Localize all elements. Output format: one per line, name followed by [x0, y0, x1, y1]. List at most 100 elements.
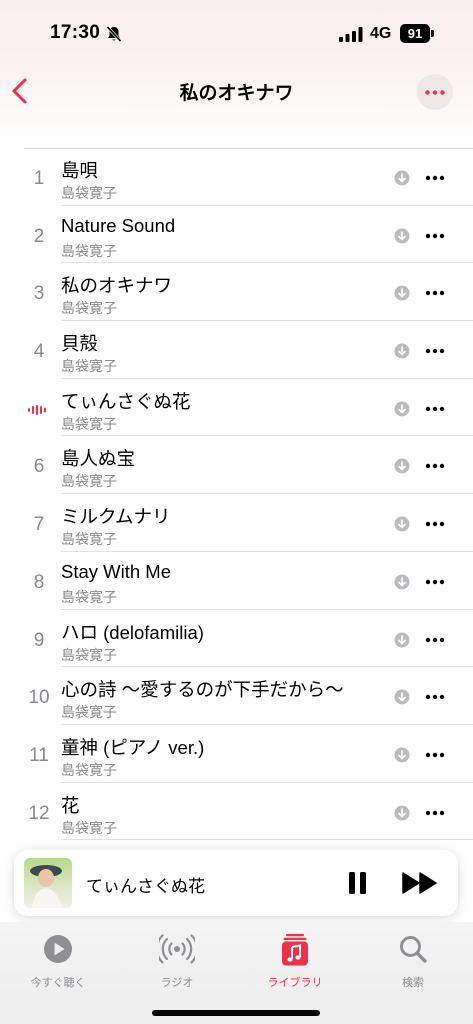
track-artist: 島袋寛子 [61, 358, 117, 375]
mini-player[interactable]: てぃんさぐぬ花 [14, 850, 458, 916]
bell-slash-icon [106, 25, 122, 43]
track-number: 8 [33, 571, 45, 593]
track-row[interactable]: 4 貝殻島袋寛子 [0, 321, 473, 379]
track-row[interactable]: 2 Nature Sound 島袋寛子 [0, 206, 473, 264]
download-icon[interactable] [394, 170, 410, 186]
download-icon[interactable] [394, 516, 410, 532]
tab-radio[interactable]: ラジオ [132, 930, 222, 992]
tab-bar: 今すぐ聴く ラジオ ライブラリ 検索 [0, 922, 473, 1024]
download-icon[interactable] [394, 689, 410, 705]
track-title: ミルクムナリ [61, 506, 171, 528]
download-icon[interactable] [394, 574, 410, 590]
download-icon[interactable] [394, 747, 410, 763]
track-more-icon[interactable] [425, 579, 445, 585]
track-more-icon[interactable] [425, 694, 445, 700]
download-icon[interactable] [394, 343, 410, 359]
track-artist: 島袋寛子 [61, 646, 117, 663]
track-more-icon[interactable] [425, 521, 445, 527]
tab-label: 検索 [402, 977, 424, 989]
tab-label: 今すぐ聴く [30, 977, 86, 989]
track-title: Stay With Me [61, 560, 171, 582]
track-title: 心の詩 〜愛するのが下手だから〜 [61, 679, 344, 701]
track-more-icon[interactable] [425, 637, 445, 643]
status-bar: 17:30 4G 91 [0, 0, 473, 60]
track-row[interactable]: 7 ミルクムナリ島袋寛子 [0, 494, 473, 552]
track-number: 1 [33, 168, 45, 189]
track-more-icon[interactable] [425, 175, 445, 181]
download-icon[interactable] [394, 228, 410, 244]
track-title: 島唄 [61, 160, 99, 181]
track-number: 3 [33, 283, 45, 305]
track-list: 1 島唄 島袋寛子 2 Nature Sound 島袋寛子 3 私のオキナワ 島袋寛子 4 貝殻 島袋… [0, 148, 473, 841]
status-time: 17:30 [50, 22, 101, 43]
now-playing-title: てぃんさぐぬ花 [86, 877, 205, 896]
track-title: 私のオキナワ [61, 275, 173, 297]
skip-forward-button[interactable] [402, 871, 438, 895]
track-artist: 島袋寛子 [61, 531, 117, 548]
track-title: ハロ (delofamilia) [61, 621, 204, 643]
track-number: 12 [28, 802, 50, 824]
track-row[interactable]: 1 島唄島袋寛子 [0, 148, 473, 206]
track-row[interactable]: 3 私のオキナワ島袋寛子 [0, 263, 473, 322]
pause-button[interactable] [346, 871, 370, 895]
page-title: 私のオキナワ [179, 83, 294, 104]
track-title: 貝殻 [61, 333, 99, 355]
tab-search[interactable]: 検索 [368, 930, 458, 992]
ellipsis-icon [425, 90, 445, 95]
tab-library[interactable]: ライブラリ [250, 930, 340, 992]
track-artist: 島袋寛子 [61, 761, 117, 778]
now-playing-waveform-icon [28, 404, 46, 415]
battery-icon: 91 [400, 24, 430, 43]
search-icon [400, 936, 427, 963]
album-artwork [24, 858, 72, 908]
track-row[interactable]: 6 島人ぬ宝 島袋寛子 [0, 436, 473, 495]
tab-label: ラジオ [160, 977, 194, 989]
more-options-button[interactable] [417, 74, 453, 110]
track-row[interactable]: 8 Stay With Me 島袋寛子 [0, 552, 473, 610]
download-icon[interactable] [394, 401, 410, 417]
track-more-icon[interactable] [425, 290, 445, 296]
track-more-icon[interactable] [425, 463, 445, 469]
track-row[interactable]: てぃんさぐぬ花島袋寛子 [0, 379, 473, 437]
track-number: 10 [28, 687, 50, 709]
track-artist: 島袋寛子 [61, 473, 117, 490]
track-row[interactable]: 11 童神 (ピアノ ver.) 島袋寛子 [0, 725, 473, 783]
radio-broadcast-icon [159, 934, 195, 964]
fast-forward-icon [402, 872, 437, 894]
track-row[interactable]: 10 心の詩 〜愛するのが下手だから〜島袋寛子 [0, 667, 473, 725]
tab-label: ライブラリ [267, 977, 323, 989]
track-row[interactable]: 12 花島袋寛子 [0, 783, 473, 841]
track-title: Nature Sound [61, 214, 176, 236]
track-artist: 島袋寛子 [61, 242, 117, 259]
download-icon[interactable] [394, 285, 410, 301]
track-artist: 島袋寛子 [61, 588, 117, 605]
track-number: 7 [33, 514, 45, 536]
music-library-icon [282, 934, 308, 966]
track-title: 花 [61, 794, 80, 816]
track-number: 11 [29, 744, 49, 766]
play-circle-icon [44, 935, 72, 963]
track-more-icon[interactable] [425, 348, 445, 354]
track-artist: 島袋寛子 [61, 704, 117, 721]
track-artist: 島袋寛子 [61, 300, 117, 317]
track-artist: 島袋寛子 [61, 819, 117, 836]
download-icon[interactable] [394, 632, 410, 648]
download-icon[interactable] [394, 458, 410, 474]
track-more-icon[interactable] [425, 810, 445, 816]
track-more-icon[interactable] [425, 752, 445, 758]
pause-icon [349, 872, 366, 894]
track-title: 島人ぬ宝 [61, 448, 136, 470]
home-indicator [152, 1010, 320, 1016]
cellular-signal-icon [339, 27, 363, 42]
track-row[interactable]: 9 ハロ (delofamilia) 島袋寛子 [0, 610, 473, 668]
track-more-icon[interactable] [425, 406, 445, 412]
track-title: てぃんさぐぬ花 [61, 390, 191, 412]
track-number: 4 [33, 341, 45, 363]
tab-listen-now[interactable]: 今すぐ聴く [13, 930, 103, 992]
track-artist: 島袋寛子 [61, 415, 117, 432]
track-artist: 島袋寛子 [61, 185, 117, 201]
download-icon[interactable] [394, 805, 410, 821]
network-type: 4G [370, 25, 392, 42]
track-more-icon[interactable] [425, 233, 445, 239]
track-number: 2 [33, 225, 45, 247]
